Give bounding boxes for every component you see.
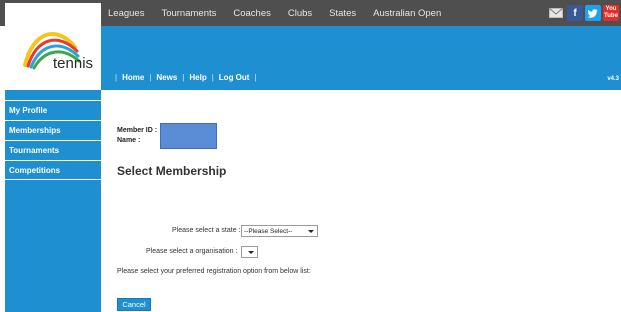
sidebar-item-tournaments[interactable]: Tournaments	[5, 140, 101, 160]
sub-nav-news[interactable]: News	[156, 73, 177, 82]
top-nav-clubs[interactable]: Clubs	[288, 8, 312, 19]
member-id-label: Member ID :	[117, 127, 158, 134]
top-nav-coaches[interactable]: Coaches	[233, 8, 271, 19]
nav-separator: |	[182, 73, 185, 82]
sub-nav-help[interactable]: Help	[189, 73, 206, 82]
cancel-button[interactable]: Cancel	[117, 298, 151, 311]
page-title: Select Membership	[117, 164, 227, 178]
facebook-icon[interactable]: f	[567, 5, 583, 21]
sub-nav-logout[interactable]: Log Out	[219, 73, 250, 82]
top-nav: Leagues Tournaments Coaches Clubs States…	[108, 0, 458, 26]
sidebar-item-competitions[interactable]: Competitions	[5, 160, 101, 180]
youtube-icon[interactable]: You Tube	[603, 5, 619, 21]
tennis-logo[interactable]: tennis	[5, 3, 101, 90]
sidebar-item-my-profile[interactable]: My Profile	[5, 100, 101, 120]
top-nav-leagues[interactable]: Leagues	[108, 8, 144, 19]
chevron-down-icon	[308, 230, 314, 233]
chevron-down-icon	[248, 251, 254, 254]
sub-nav: | Home | News | Help | Log Out |	[110, 73, 262, 82]
sidebar: My Profile Memberships Tournaments Compe…	[5, 90, 101, 312]
member-name-label: Name :	[117, 137, 141, 144]
mail-icon[interactable]	[547, 5, 565, 21]
nav-separator: |	[149, 73, 152, 82]
nav-separator: |	[254, 73, 257, 82]
top-nav-states[interactable]: States	[329, 8, 356, 19]
sidebar-item-memberships[interactable]: Memberships	[5, 120, 101, 140]
twitter-icon[interactable]	[585, 5, 601, 21]
version-label: v4.3	[607, 76, 619, 82]
nav-separator: |	[211, 73, 214, 82]
organisation-select[interactable]	[241, 246, 258, 258]
tennis-logo-icon: tennis	[23, 32, 93, 72]
state-select[interactable]: --Please Select--	[241, 225, 318, 237]
sub-nav-home[interactable]: Home	[122, 73, 144, 82]
state-label: Please select a state :	[172, 227, 241, 234]
logo-text: tennis	[53, 55, 93, 72]
top-nav-tournaments[interactable]: Tournaments	[161, 8, 216, 19]
nav-separator: |	[115, 73, 118, 82]
top-nav-australian-open[interactable]: Australian Open	[373, 8, 441, 19]
organisation-label: Please select a organisation :	[146, 248, 238, 255]
registration-instructions: Please select your preferred registratio…	[117, 268, 311, 275]
state-select-value: --Please Select--	[244, 227, 293, 235]
redacted-member-box	[160, 123, 217, 149]
